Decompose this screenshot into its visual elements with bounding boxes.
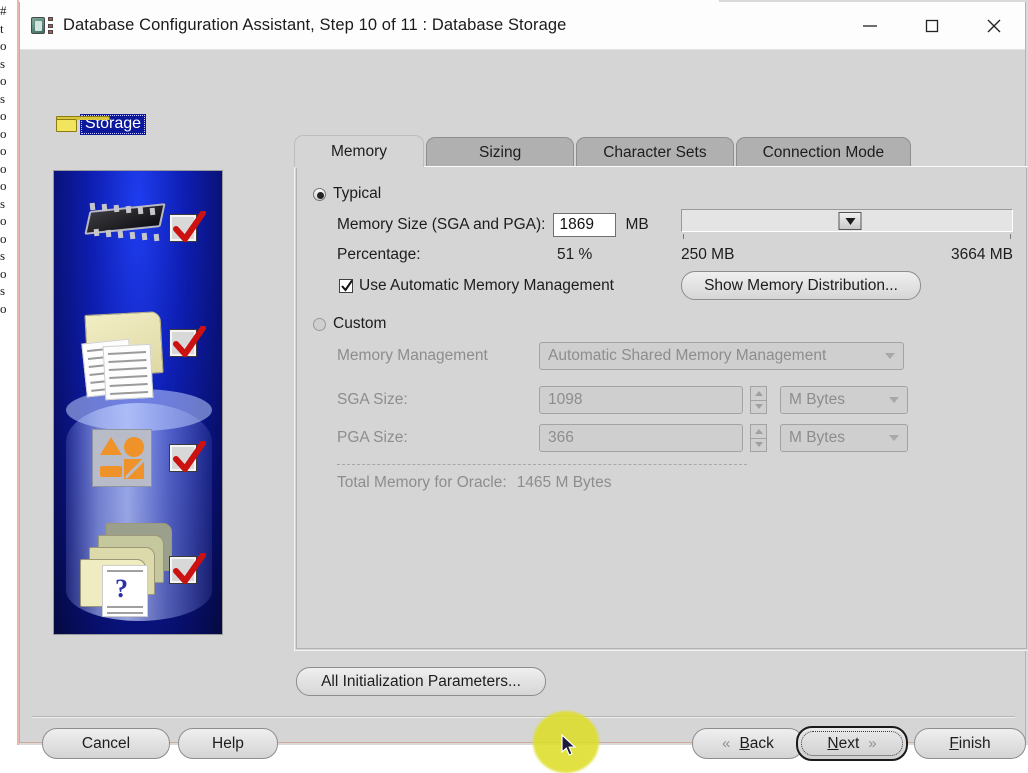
sga-size-stepper[interactable]: [750, 386, 767, 414]
stepper-down-icon: [755, 404, 763, 409]
red-checkmark-icon: [170, 211, 206, 245]
total-memory-row: Total Memory for Oracle: 1465 M Bytes: [337, 474, 611, 492]
amm-checkbox-row[interactable]: Use Automatic Memory Management: [339, 277, 614, 295]
footer-divider: [32, 716, 1015, 718]
memory-chip-graphic: [80, 201, 172, 243]
back-button[interactable]: « Back: [692, 728, 804, 759]
pga-unit-value: M Bytes: [789, 429, 845, 447]
typical-radio-row[interactable]: Typical: [313, 185, 381, 203]
red-checkmark-icon: [170, 553, 206, 587]
minimize-icon[interactable]: [839, 2, 901, 49]
show-memory-distribution-button[interactable]: Show Memory Distribution...: [681, 271, 921, 300]
slider-min-label: 250 MB: [681, 246, 734, 264]
tab-memory[interactable]: Memory: [294, 135, 424, 167]
all-initialization-parameters-button[interactable]: All Initialization Parameters...: [296, 667, 546, 696]
pga-size-label: PGA Size:: [337, 429, 408, 447]
slider-max-label: 3664 MB: [903, 246, 1013, 264]
help-button[interactable]: Help: [178, 728, 278, 759]
slider-tick-max: [1010, 234, 1011, 239]
pga-unit-select[interactable]: M Bytes: [780, 424, 908, 452]
memory-slider[interactable]: [681, 209, 1013, 232]
pga-size-stepper[interactable]: [750, 424, 767, 452]
percentage-label: Percentage:: [337, 246, 421, 264]
amm-label: Use Automatic Memory Management: [359, 277, 614, 295]
background-text-column: # t o s o s o o o o o s o o s o s o: [0, 0, 18, 745]
sga-unit-value: M Bytes: [789, 391, 845, 409]
pga-size-input[interactable]: 366: [539, 424, 743, 452]
sga-size-input[interactable]: 1098: [539, 386, 743, 414]
memory-size-input[interactable]: [553, 213, 616, 237]
slider-tick-min: [683, 234, 684, 239]
sga-size-label: SGA Size:: [337, 391, 408, 409]
chevron-left-icon: «: [722, 735, 730, 752]
folder-icon: [56, 116, 77, 132]
memory-size-unit: MB: [625, 216, 648, 234]
chevron-down-icon: [889, 397, 899, 403]
memory-management-value: Automatic Shared Memory Management: [548, 347, 826, 365]
custom-radio[interactable]: [313, 318, 326, 331]
back-button-label: Back: [739, 735, 773, 753]
memory-slider-thumb[interactable]: [839, 212, 862, 230]
stepper-up-icon: [755, 391, 763, 396]
dca-dialog-window: Database Configuration Assistant, Step 1…: [19, 2, 1026, 743]
stepper-down-icon: [755, 442, 763, 447]
title-bar[interactable]: Database Configuration Assistant, Step 1…: [20, 2, 1025, 50]
tab-strip: Memory Sizing Character Sets Connection …: [294, 135, 1028, 167]
total-memory-value: 1465 M Bytes: [517, 474, 612, 492]
memory-size-row: Memory Size (SGA and PGA): MB: [337, 213, 649, 237]
window-title: Database Configuration Assistant, Step 1…: [63, 16, 566, 35]
divider: [337, 464, 747, 465]
mouse-cursor-icon: [561, 734, 578, 763]
stepper-up-icon: [755, 429, 763, 434]
tab-connection-mode[interactable]: Connection Mode: [736, 137, 912, 167]
memory-tab-panel: Typical Memory Size (SGA and PGA): MB Pe…: [294, 166, 1028, 651]
next-button-label: Next: [827, 735, 859, 753]
shapes-palette-graphic: [92, 429, 152, 487]
database-chip-icon: [31, 15, 53, 37]
custom-radio-row[interactable]: Custom: [313, 315, 386, 333]
percentage-value: 51 %: [557, 246, 592, 264]
tree-node-storage[interactable]: Storage: [56, 112, 146, 136]
tab-sizing[interactable]: Sizing: [426, 137, 574, 167]
window-controls: [839, 2, 1025, 49]
total-memory-label: Total Memory for Oracle:: [337, 474, 507, 492]
maximize-icon[interactable]: [901, 2, 963, 49]
illustration-panel: ?: [53, 170, 223, 635]
memory-management-label: Memory Management: [337, 347, 488, 365]
cancel-button[interactable]: Cancel: [42, 728, 170, 759]
custom-label: Custom: [333, 315, 386, 333]
percentage-row: Percentage:: [337, 246, 421, 264]
chevron-right-icon: »: [868, 735, 876, 752]
red-checkmark-icon: [170, 326, 206, 360]
memory-slider-track[interactable]: [681, 209, 1013, 232]
chevron-down-icon: [885, 353, 895, 359]
sga-unit-select[interactable]: M Bytes: [780, 386, 908, 414]
memory-management-select[interactable]: Automatic Shared Memory Management: [539, 342, 904, 370]
finish-button-label: Finish: [949, 735, 990, 753]
dialog-body: Storage: [20, 50, 1025, 742]
folder-documents-graphic: [78, 313, 178, 405]
folder-stack-question-graphic: ?: [76, 523, 180, 619]
chevron-down-icon: [889, 435, 899, 441]
close-icon[interactable]: [963, 2, 1025, 49]
finish-button[interactable]: Finish: [914, 728, 1026, 759]
tab-character-sets[interactable]: Character Sets: [576, 137, 733, 167]
red-checkmark-icon: [170, 441, 206, 475]
memory-size-label: Memory Size (SGA and PGA):: [337, 216, 545, 234]
typical-radio[interactable]: [313, 188, 326, 201]
amm-checkbox[interactable]: [339, 279, 353, 293]
typical-label: Typical: [333, 185, 381, 203]
next-button[interactable]: Next »: [796, 726, 908, 761]
